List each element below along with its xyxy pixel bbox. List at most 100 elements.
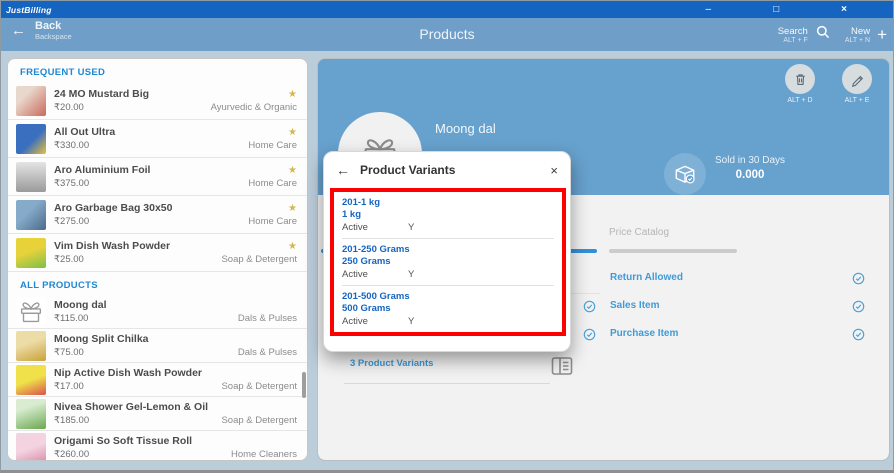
frequent-used-header: FREQUENT USED: [8, 59, 307, 82]
attribute-purchase-item[interactable]: Purchase Item: [610, 328, 678, 339]
product-thumbnail: [16, 162, 46, 192]
product-list-item[interactable]: Moong Split Chilka ₹75.00 Dals & Pulses: [8, 329, 307, 363]
product-list-item[interactable]: Aro Aluminium Foil ★ ₹375.00 Home Care: [8, 158, 307, 196]
product-list-item[interactable]: Nivea Shower Gel-Lemon & Oil ₹185.00Soap…: [8, 397, 307, 431]
variant-flag: Y: [408, 316, 414, 327]
dialog-close-icon[interactable]: ×: [550, 163, 558, 178]
product-name: Nip Active Dish Wash Powder: [54, 367, 202, 379]
delete-button[interactable]: [785, 64, 815, 94]
search-button[interactable]: Search ALT + F: [778, 24, 831, 45]
sidebar-scrollbar[interactable]: [302, 372, 306, 398]
favorite-star-icon[interactable]: ★: [288, 203, 297, 214]
variant-row[interactable]: 201-500 Grams 500 Grams Active Y: [342, 291, 554, 327]
app-window: JustBilling – □ × ← Back Backspace Produ…: [0, 0, 894, 473]
check-circle-icon[interactable]: [852, 300, 865, 313]
product-category: Home Care: [248, 216, 297, 227]
new-label: New: [845, 26, 870, 37]
variant-list-highlight: 201-1 kg 1 kg Active Y 201-250 Grams 250…: [330, 188, 566, 336]
close-window-button[interactable]: ×: [841, 5, 847, 15]
product-list-item[interactable]: Aro Garbage Bag 30x50 ★ ₹275.00 Home Care: [8, 196, 307, 234]
variant-status: Active: [342, 269, 408, 280]
variant-quantity: 1 kg: [342, 209, 554, 221]
product-price: ₹17.00: [54, 381, 84, 392]
product-list-item[interactable]: 24 MO Mustard Big★ ₹20.00Ayurvedic & Org…: [8, 82, 307, 120]
edit-shortcut: ALT + E: [835, 97, 879, 104]
variants-summary-link[interactable]: 3 Product Variants: [350, 358, 433, 369]
product-name: All Out Ultra: [54, 126, 115, 138]
variant-status: Active: [342, 316, 408, 327]
product-category: Dals & Pulses: [238, 347, 297, 358]
product-list-item[interactable]: Moong dal ₹115.00Dals & Pulses: [8, 295, 307, 329]
package-icon: [664, 153, 706, 195]
product-category: Soap & Detergent: [221, 254, 297, 265]
variant-list-view-icon[interactable]: [550, 354, 574, 378]
product-price: ₹185.00: [54, 415, 89, 426]
favorite-star-icon[interactable]: ★: [288, 127, 297, 138]
check-circle-icon[interactable]: [583, 300, 596, 313]
variant-code: 201-1 kg: [342, 197, 554, 209]
variant-status: Active: [342, 222, 408, 233]
product-price: ₹115.00: [54, 313, 88, 324]
check-circle-icon[interactable]: [852, 328, 865, 341]
attribute-sales-item[interactable]: Sales Item: [610, 300, 659, 311]
gift-icon: [16, 297, 46, 327]
product-category: Dals & Pulses: [238, 313, 297, 324]
product-price: ₹275.00: [54, 216, 89, 227]
maximize-button[interactable]: □: [773, 5, 779, 15]
product-category: Home Cleaners: [231, 449, 297, 460]
product-thumbnail: [16, 124, 46, 154]
product-price: ₹25.00: [54, 254, 84, 265]
search-shortcut: ALT + F: [778, 37, 808, 44]
product-list-item[interactable]: All Out Ultra★ ₹330.00Home Care: [8, 120, 307, 158]
product-list-item[interactable]: Nip Active Dish Wash Powder ₹17.00Soap &…: [8, 363, 307, 397]
product-name: Aro Garbage Bag 30x50: [54, 202, 172, 214]
product-thumbnail: [16, 200, 46, 230]
page-title: Products: [1, 26, 893, 42]
product-list-item[interactable]: Origami So Soft Tissue Roll ₹260.00Home …: [8, 431, 307, 461]
product-thumbnail: [16, 365, 46, 395]
variant-quantity: 250 Grams: [342, 256, 554, 268]
variant-row[interactable]: 201-250 Grams 250 Grams Active Y: [342, 244, 554, 280]
variant-row[interactable]: 201-1 kg 1 kg Active Y: [342, 197, 554, 233]
product-name: Aro Aluminium Foil: [54, 164, 150, 176]
app-logo: JustBilling: [6, 5, 52, 15]
product-name: Nivea Shower Gel-Lemon & Oil: [54, 401, 208, 413]
product-thumbnail: [16, 86, 46, 116]
product-category: Home Care: [248, 140, 297, 151]
favorite-star-icon[interactable]: ★: [288, 165, 297, 176]
variants-divider: [344, 383, 550, 384]
attribute-return-allowed[interactable]: Return Allowed: [610, 272, 683, 283]
product-thumbnail-placeholder: [16, 297, 46, 327]
search-label: Search: [778, 26, 808, 37]
product-price: ₹20.00: [54, 102, 84, 113]
variant-code: 201-500 Grams: [342, 291, 554, 303]
trash-icon: [793, 72, 808, 87]
check-circle-icon[interactable]: [583, 328, 596, 341]
product-list-item[interactable]: Vim Dish Wash Powder★ ₹25.00Soap & Deter…: [8, 234, 307, 272]
product-category: Ayurvedic & Organic: [211, 102, 297, 113]
variant-flag: Y: [408, 222, 414, 233]
check-circle-icon[interactable]: [852, 272, 865, 285]
all-products-header: ALL PRODUCTS: [8, 272, 307, 295]
product-price: ₹375.00: [54, 178, 89, 189]
product-price: ₹75.00: [54, 347, 84, 358]
plus-icon: +: [877, 27, 887, 43]
minimize-button[interactable]: –: [706, 5, 712, 15]
product-thumbnail: [16, 238, 46, 268]
dialog-back-arrow-icon[interactable]: ←: [336, 162, 350, 178]
favorite-star-icon[interactable]: ★: [288, 241, 297, 252]
product-name: Moong Split Chilka: [54, 333, 149, 345]
tab-price-catalog[interactable]: Price Catalog: [609, 227, 669, 238]
new-shortcut: ALT + N: [845, 37, 870, 44]
product-category: Home Care: [248, 178, 297, 189]
sold-30-days-label: Sold in 30 Days: [715, 155, 785, 166]
edit-button[interactable]: [842, 64, 872, 94]
pencil-icon: [850, 72, 865, 87]
app-header: ← Back Backspace Products Search ALT + F…: [1, 18, 893, 51]
favorite-star-icon[interactable]: ★: [288, 89, 297, 100]
price-catalog-tab-bar: [609, 249, 737, 253]
variant-flag: Y: [408, 269, 414, 280]
search-icon: [815, 24, 831, 45]
new-button[interactable]: New ALT + N +: [845, 26, 887, 44]
product-thumbnail: [16, 331, 46, 361]
